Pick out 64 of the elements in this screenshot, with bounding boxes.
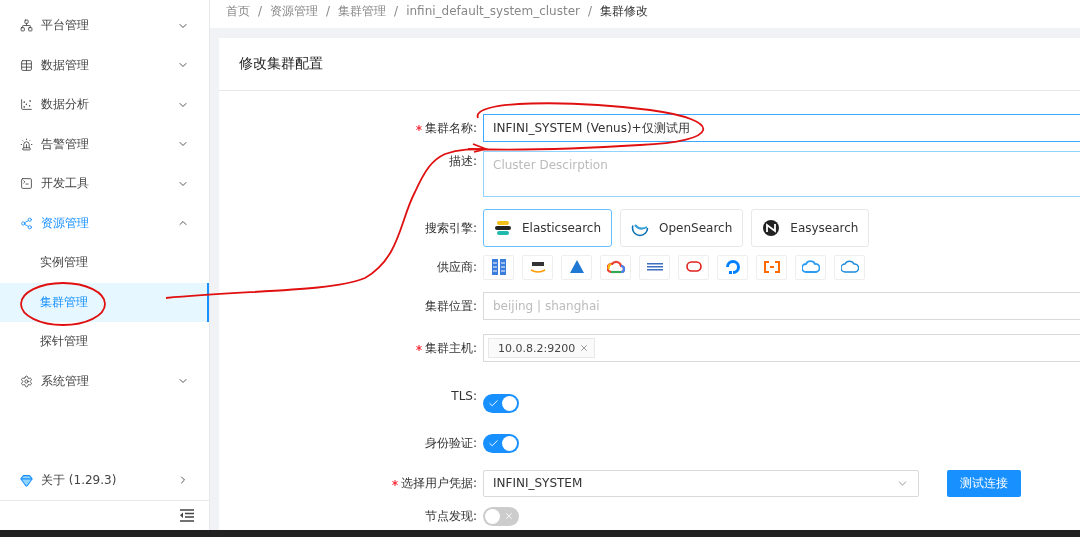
breadcrumb-link[interactable]: 集群管理 — [338, 2, 387, 20]
breadcrumb-separator: / — [326, 4, 331, 18]
triangle-icon — [567, 258, 586, 276]
scatter-chart-icon — [20, 98, 33, 112]
circle-logo-icon — [762, 219, 781, 237]
menu-item[interactable]: 告警管理 — [0, 124, 209, 164]
ring-icon — [723, 258, 742, 276]
settings-icon — [20, 374, 33, 388]
credential-select[interactable]: INFINI_SYSTEM — [483, 469, 919, 497]
table-icon — [20, 58, 33, 72]
hosts-input[interactable]: 10.0.8.2:9200 — [483, 334, 1080, 362]
cloud-icon — [801, 258, 820, 276]
submenu-item[interactable]: 探针管理 — [0, 322, 209, 362]
breadcrumb-link[interactable]: 资源管理 — [270, 2, 319, 20]
field-label: 供应商: — [436, 258, 477, 276]
engine-option[interactable]: Easysearch — [751, 209, 870, 247]
menu-item[interactable]: 数据管理 — [0, 45, 209, 85]
field-label: 身份验证: — [424, 434, 477, 452]
share-icon — [20, 216, 33, 230]
provider-option[interactable] — [522, 254, 553, 280]
terminal-icon — [20, 177, 33, 191]
menu-item[interactable]: 平台管理 — [0, 6, 209, 46]
name-input[interactable]: INFINI_SYSTEM (Venus)+仅测试用 — [483, 114, 1080, 142]
cloud-icon — [606, 258, 625, 276]
menu-item[interactable]: 系统管理 — [0, 361, 209, 401]
collapse-icon[interactable] — [179, 509, 195, 522]
breadcrumb-link[interactable]: 首页 — [226, 2, 250, 20]
toggle-switch[interactable] — [483, 433, 519, 453]
gem-icon — [20, 473, 33, 487]
network-icon — [20, 19, 33, 33]
breadcrumb-separator: / — [258, 4, 263, 18]
about-item[interactable]: 关于 (1.29.3) — [0, 460, 209, 500]
submenu-item[interactable]: 实例管理 — [0, 243, 209, 283]
breadcrumb-separator: / — [394, 4, 399, 18]
toggle-switch[interactable] — [483, 393, 519, 413]
field-label: TLS: — [451, 389, 477, 403]
field-label: 选择用户凭据: — [400, 474, 477, 492]
check-icon — [488, 437, 499, 449]
description-input[interactable]: Cluster Descirption — [483, 151, 1080, 197]
field-label: 集群位置: — [424, 297, 477, 315]
field-label: 节点发现: — [424, 507, 477, 525]
columns-icon — [489, 258, 508, 276]
breadcrumb-link[interactable]: 集群修改 — [600, 2, 649, 20]
field-label: 描述: — [448, 153, 477, 170]
bracket-icon — [762, 258, 781, 276]
menu-item[interactable]: 数据分析 — [0, 85, 209, 125]
host-tag: 10.0.8.2:9200 — [488, 338, 596, 358]
check-icon — [488, 397, 499, 409]
stripes-logo-icon — [494, 219, 512, 237]
field-label: 集群名称: — [424, 119, 477, 137]
field-label: 集群主机: — [424, 339, 477, 357]
engine-option[interactable]: Elasticsearch — [483, 209, 613, 247]
close-icon[interactable] — [579, 343, 590, 353]
cloud-icon — [840, 258, 859, 276]
engine-option[interactable]: OpenSearch — [620, 209, 744, 247]
breadcrumb-separator: / — [588, 4, 593, 18]
menu-item[interactable]: 开发工具 — [0, 164, 209, 204]
siren-icon — [20, 137, 33, 151]
close-icon — [504, 510, 514, 521]
field-label: 搜索引擎: — [424, 219, 477, 237]
location-input[interactable]: beijing | shanghai — [483, 292, 1080, 320]
breadcrumb-link[interactable]: infini_default_system_cluster — [406, 4, 580, 18]
card-title: 修改集群配置 — [239, 55, 323, 73]
toggle-switch[interactable] — [483, 506, 519, 526]
